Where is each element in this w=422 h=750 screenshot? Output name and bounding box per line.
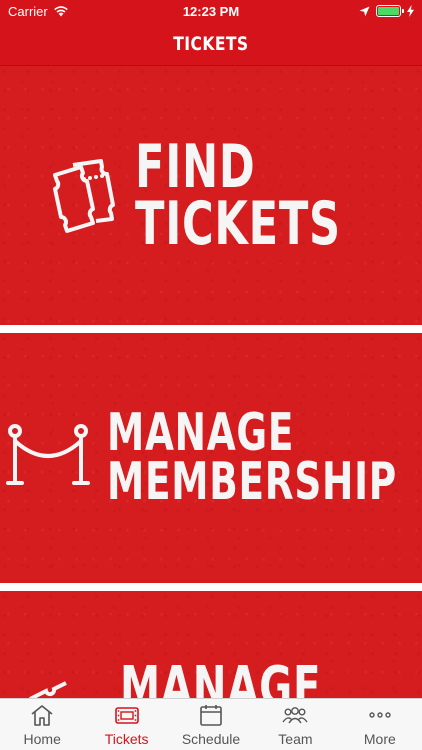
location-arrow-icon [359, 6, 370, 16]
manage-membership-line-1: MANAGE [106, 402, 294, 463]
battery-icon [376, 5, 404, 17]
manage-membership-line-2: MEMBERSHIP [106, 452, 397, 512]
manage-label: MANAGE [120, 655, 322, 698]
tickets-content: FIND TICKETS MANAGE MEMBERSHIP MANAGE [0, 66, 422, 698]
ticket-icon [29, 681, 67, 698]
carrier-label: Carrier [8, 3, 48, 19]
tab-schedule[interactable]: Schedule [169, 699, 253, 750]
tab-tickets[interactable]: Tickets [84, 699, 168, 750]
calendar-icon [200, 705, 222, 726]
manage-panel[interactable]: MANAGE [0, 591, 422, 698]
charging-bolt-icon [407, 5, 414, 17]
rope-barrier-icon [5, 424, 90, 485]
tab-more-label: More [363, 731, 396, 747]
home-icon [31, 705, 53, 726]
more-icon [369, 712, 391, 718]
manage-line-1: MANAGE [120, 655, 322, 698]
find-tickets-panel[interactable]: FIND TICKETS [0, 66, 422, 325]
tab-team-label: Team [278, 731, 313, 747]
page-title: TICKETS [173, 32, 249, 55]
tab-tickets-label: Tickets [104, 731, 149, 747]
tab-team[interactable]: Team [253, 699, 337, 750]
battery-level [378, 7, 399, 15]
status-left: Carrier [8, 4, 148, 19]
manage-panel-inner: MANAGE [0, 591, 422, 698]
find-tickets-label: FIND TICKETS [135, 131, 341, 259]
tickets-icon [53, 158, 116, 233]
nav-bar: TICKETS [0, 22, 422, 66]
status-time: 12:23 PM [182, 3, 240, 19]
find-tickets-line-1: FIND [135, 131, 256, 202]
wifi-icon [53, 6, 68, 17]
manage-membership-panel[interactable]: MANAGE MEMBERSHIP [0, 333, 422, 583]
manage-membership-label: MANAGE MEMBERSHIP [106, 402, 397, 512]
status-bar: Carrier 12:23 PM [0, 0, 422, 22]
tab-bar: Home Tickets Schedule Team More [0, 698, 422, 750]
find-tickets-line-2: TICKETS [135, 188, 341, 259]
status-right [274, 5, 414, 17]
tab-home[interactable]: Home [0, 699, 84, 750]
team-icon [282, 707, 308, 724]
manage-membership-panel-inner: MANAGE MEMBERSHIP [0, 333, 422, 583]
find-tickets-panel-inner: FIND TICKETS [0, 66, 422, 325]
tab-home-label: Home [23, 731, 61, 747]
tab-more[interactable]: More [338, 699, 422, 750]
ticket-icon [114, 707, 139, 724]
tab-schedule-label: Schedule [181, 731, 241, 747]
